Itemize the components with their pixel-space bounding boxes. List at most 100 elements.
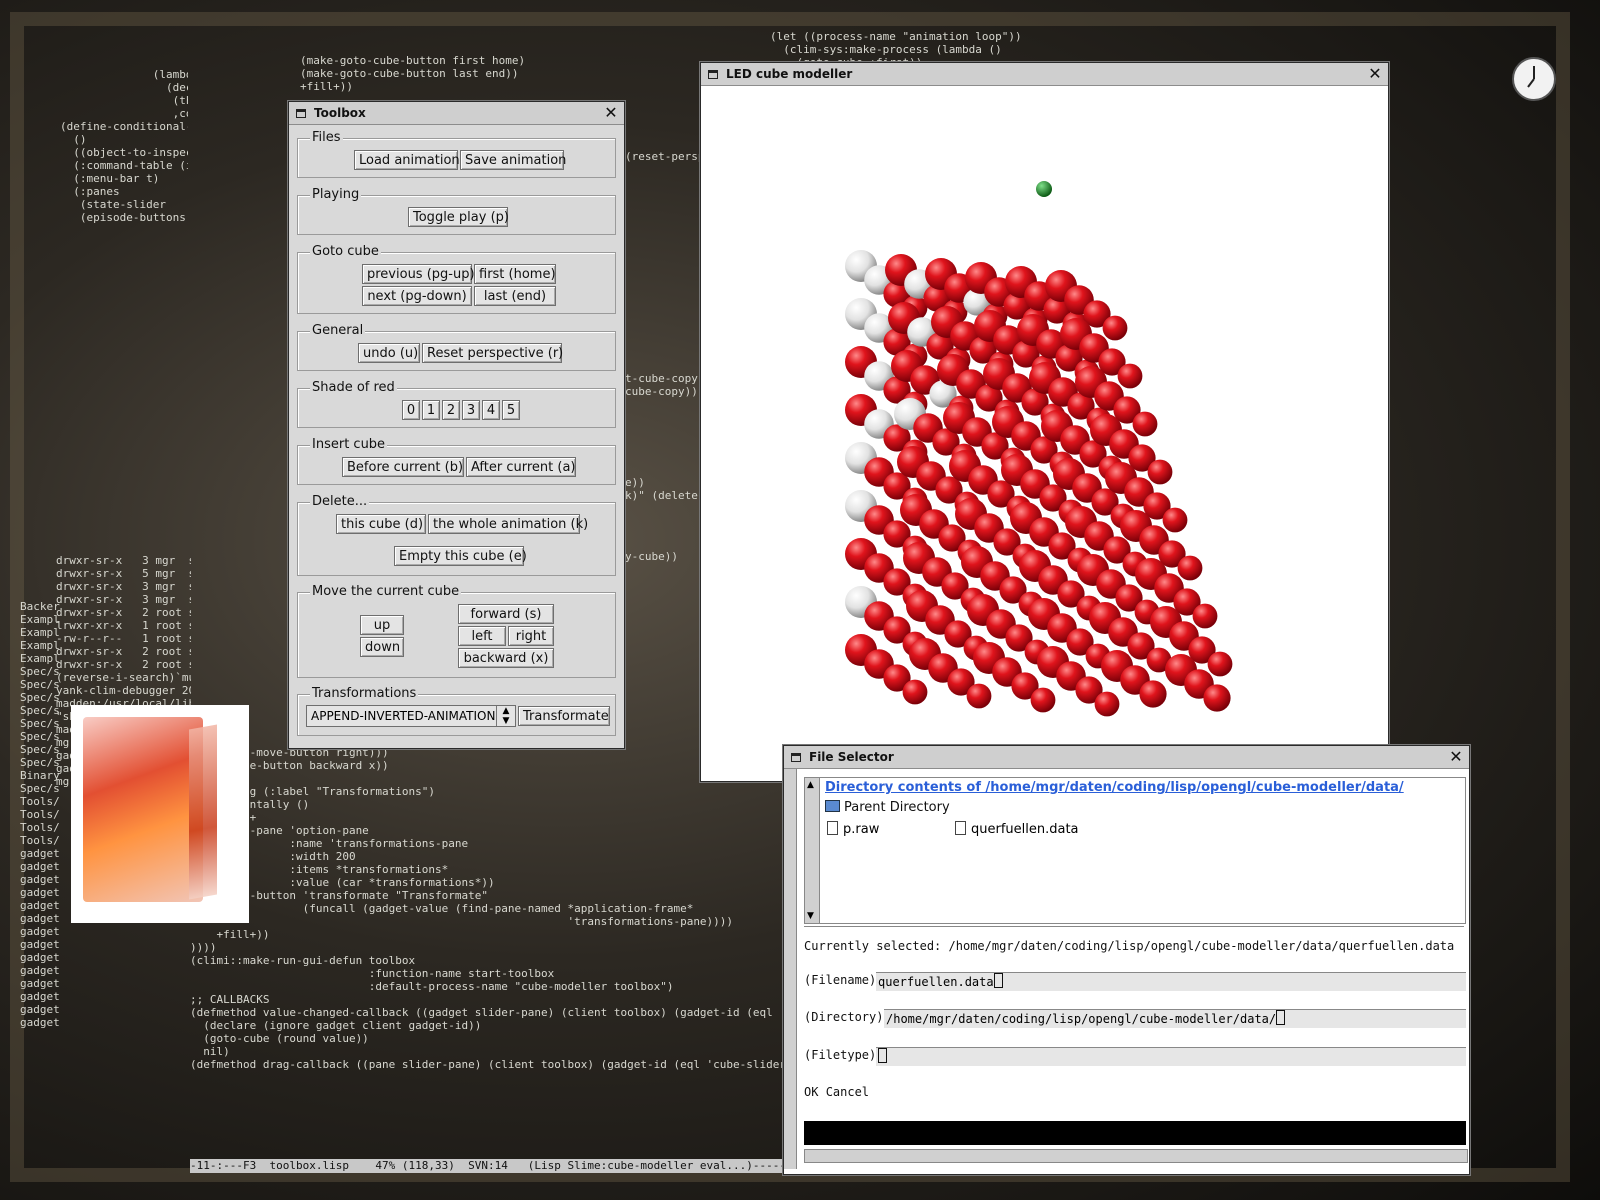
window-menu-icon[interactable] (791, 752, 801, 762)
close-icon[interactable]: ✕ (1447, 748, 1465, 766)
led-on[interactable] (1094, 691, 1120, 717)
parent-directory-item[interactable]: Parent Directory (825, 800, 950, 815)
led-on[interactable] (1102, 315, 1128, 341)
file-name: querfuellen.data (971, 822, 1079, 837)
led-on[interactable] (1203, 684, 1231, 712)
led-on[interactable] (1207, 651, 1233, 677)
clock-icon[interactable] (1512, 57, 1556, 101)
directory-heading[interactable]: Directory contents of /home/mgr/daten/co… (825, 780, 1404, 795)
led-modeller-titlebar[interactable]: LED cube modeller ✕ (701, 63, 1388, 86)
file-item-querfuellen[interactable]: querfuellen.data (955, 821, 1079, 837)
after-current-button[interactable]: After current (a) (466, 457, 576, 477)
led-on[interactable] (1139, 680, 1167, 708)
file-list-line: Tools/ (20, 808, 60, 821)
window-menu-icon[interactable] (296, 108, 306, 118)
filetype-field[interactable] (876, 1047, 1466, 1066)
move-forward-button[interactable]: forward (s) (458, 604, 554, 624)
transformations-label: Transformations (310, 686, 419, 701)
file-list-line: Spec/s (20, 678, 60, 691)
shade-3-button[interactable]: 3 (462, 400, 480, 420)
move-left-button[interactable]: left (458, 626, 506, 646)
window-menu-icon[interactable] (708, 69, 718, 79)
move-up-button[interactable]: up (360, 615, 404, 635)
led-on[interactable] (966, 683, 992, 709)
previous-button[interactable]: previous (pg-up) (362, 264, 475, 284)
shade-5-button[interactable]: 5 (502, 400, 520, 420)
currently-selected-label: Currently selected: (804, 939, 942, 953)
select-updown-icon[interactable]: ▲ ▼ (496, 706, 515, 726)
delete-this-cube-button[interactable]: this cube (d) (336, 514, 426, 534)
first-button[interactable]: first (home) (474, 264, 556, 284)
files-label: Files (310, 130, 343, 145)
led-on[interactable] (1117, 363, 1143, 389)
led-on[interactable] (1177, 555, 1203, 581)
before-current-button[interactable]: Before current (b) (342, 457, 464, 477)
led-on[interactable] (1147, 459, 1173, 485)
terminal-line: drwxr-sr-x 2 root st (56, 606, 191, 619)
led-cube-photo (71, 705, 249, 923)
cancel-button[interactable]: Cancel (826, 1085, 869, 1099)
last-button[interactable]: last (end) (474, 286, 556, 306)
code-line: ((object-to-inspect (60, 146, 188, 159)
outer-scrollbar[interactable] (784, 769, 797, 1169)
led-on[interactable] (1162, 507, 1188, 533)
text-cursor (1276, 1010, 1286, 1025)
scroll-up-icon[interactable]: ▲ (807, 780, 814, 790)
next-button[interactable]: next (pg-down) (362, 286, 472, 306)
shade-2-button[interactable]: 2 (442, 400, 460, 420)
files-group: Files Load animation Save animation (297, 131, 616, 178)
file-list-line: gadget (20, 990, 60, 1003)
horizontal-scrollbar[interactable] (804, 1149, 1468, 1163)
file-item-p-raw[interactable]: p.raw (827, 821, 879, 837)
file-selector-body: ▲ ▼ Directory contents of /home/mgr/date… (784, 769, 1469, 1174)
led-on[interactable] (1192, 603, 1218, 629)
code-line: (define-conditional-ap (60, 120, 188, 133)
editor-main[interactable]: (50 (make-move-button right))) (make-move… (190, 746, 782, 1156)
minibuffer[interactable] (804, 1121, 1466, 1145)
transformations-select[interactable]: APPEND-INVERTED-ANIMATION ▲ ▼ (306, 705, 516, 727)
undo-button[interactable]: undo (u) (358, 343, 420, 363)
led-cube-viewport[interactable] (701, 86, 1388, 781)
file-selector-titlebar[interactable]: File Selector ✕ (784, 746, 1469, 769)
load-animation-button[interactable]: Load animation (354, 150, 460, 170)
toolbox-titlebar[interactable]: Toolbox ✕ (289, 102, 624, 125)
save-animation-button[interactable]: Save animation (460, 150, 566, 170)
ok-button[interactable]: OK (804, 1085, 818, 1099)
transformate-button[interactable]: Transformate (518, 706, 610, 726)
close-icon[interactable]: ✕ (1366, 65, 1384, 83)
code-editor-left[interactable]: (lambda (decla (thro ,comm(define-condit… (60, 68, 188, 418)
shade-1-button[interactable]: 1 (422, 400, 440, 420)
move-backward-button[interactable]: backward (x) (458, 648, 554, 668)
shade-label: Shade of red (310, 380, 397, 395)
close-icon[interactable]: ✕ (602, 104, 620, 122)
filename-field[interactable]: querfuellen.data (876, 972, 1466, 991)
shade-0-button[interactable]: 0 (402, 400, 420, 420)
led-on[interactable] (1030, 687, 1056, 713)
file-list-line: gadget (20, 847, 60, 860)
terminal-file-list[interactable]: Backer Exampl Exampl Exampl Exampl Spec/s Spec… (20, 600, 60, 1120)
toolbox-window[interactable]: Toolbox ✕ Files Load animation Save anim… (288, 101, 625, 749)
led-cube-modeller-window[interactable]: LED cube modeller ✕ (700, 62, 1389, 782)
directory-listing[interactable]: ▲ ▼ Directory contents of /home/mgr/date… (804, 777, 1466, 924)
led-on[interactable] (1132, 411, 1158, 437)
scroll-down-icon[interactable]: ▼ (807, 911, 814, 921)
file-list-line: Backer (20, 600, 60, 613)
reset-perspective-button[interactable]: Reset perspective (r) (422, 343, 563, 363)
shade-4-button[interactable]: 4 (482, 400, 500, 420)
file-icon (955, 821, 966, 835)
move-down-button[interactable]: down (360, 637, 404, 657)
file-list-line: gadget (20, 938, 60, 951)
led-cube-render[interactable] (701, 86, 1386, 780)
toggle-play-button[interactable]: Toggle play (p) (408, 207, 509, 227)
code-line: (make-goto-cube-button first home) (300, 54, 526, 67)
move-right-button[interactable]: right (508, 626, 554, 646)
led-on[interactable] (902, 679, 928, 705)
directory-scrollbar[interactable]: ▲ ▼ (805, 778, 820, 923)
directory-field[interactable]: /home/mgr/daten/coding/lisp/opengl/cube-… (884, 1009, 1466, 1028)
file-selector-window[interactable]: File Selector ✕ ▲ ▼ Directory contents o… (783, 745, 1470, 1175)
editor-top[interactable]: (make-goto-cube-button first home) (make-… (300, 54, 600, 94)
led-marker[interactable] (1036, 181, 1052, 197)
editor-side-snippets[interactable]: (reset-persp t-cube-copy : cube-copy)) e)) k… (625, 150, 703, 580)
delete-whole-animation-button[interactable]: the whole animation (k) (428, 514, 588, 534)
empty-this-cube-button[interactable]: Empty this cube (e) (394, 546, 527, 566)
